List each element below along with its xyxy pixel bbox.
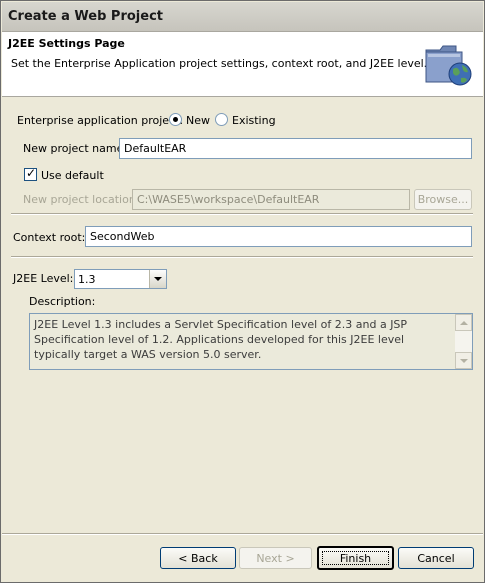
separator	[11, 256, 473, 258]
wizard-header: J2EE Settings Page Set the Enterprise Ap…	[2, 32, 483, 97]
create-web-project-dialog: Create a Web Project J2EE Settings Page …	[0, 0, 485, 583]
ear-new-label[interactable]: New	[186, 114, 210, 127]
context-root-label: Context root:	[13, 231, 86, 244]
new-project-name-label: New project name:	[23, 142, 128, 155]
checkmark-icon: ✓	[26, 166, 37, 180]
title-bar[interactable]: Create a Web Project	[2, 2, 483, 32]
next-button[interactable]: Next >	[239, 547, 312, 569]
back-button[interactable]: < Back	[160, 547, 236, 569]
browse-button[interactable]: Browse...	[414, 189, 472, 210]
window-title: Create a Web Project	[8, 9, 163, 24]
scroll-up-icon[interactable]	[455, 314, 472, 331]
cancel-button[interactable]: Cancel	[398, 547, 474, 569]
use-default-checkbox[interactable]: ✓	[24, 166, 37, 181]
next-button-label: Next >	[256, 551, 295, 565]
j2ee-level-select[interactable]: 1.3	[74, 269, 167, 289]
description-textarea[interactable]: J2EE Level 1.3 includes a Servlet Specif…	[29, 313, 473, 370]
back-button-label: < Back	[178, 551, 218, 565]
scroll-down-icon[interactable]	[455, 352, 472, 369]
browse-button-label: Browse...	[417, 193, 469, 206]
ear-existing-label[interactable]: Existing	[232, 114, 276, 127]
vertical-scrollbar[interactable]	[455, 314, 472, 369]
focus-ring	[322, 551, 389, 565]
description-label: Description:	[29, 295, 96, 308]
new-project-location-label: New project location:	[23, 193, 140, 206]
page-description: Set the Enterprise Application project s…	[11, 57, 428, 70]
ear-existing-radio[interactable]	[215, 113, 228, 126]
new-project-location-input[interactable]: C:\WASE5\workspace\DefaultEAR	[132, 189, 410, 210]
new-project-name-input[interactable]: DefaultEAR	[119, 138, 472, 159]
j2ee-level-label: J2EE Level:	[13, 272, 74, 285]
page-title: J2EE Settings Page	[8, 37, 125, 50]
use-default-label[interactable]: Use default	[41, 169, 104, 182]
web-project-wizard-icon	[425, 45, 472, 86]
finish-button[interactable]: Finish	[317, 546, 394, 570]
description-text: J2EE Level 1.3 includes a Servlet Specif…	[34, 318, 408, 361]
separator	[2, 533, 483, 535]
ear-new-radio[interactable]	[169, 113, 182, 126]
dropdown-arrow-icon[interactable]	[149, 270, 166, 288]
separator	[11, 213, 473, 215]
context-root-input[interactable]: SecondWeb	[85, 226, 472, 247]
ear-project-label: Enterprise application project:	[17, 114, 184, 127]
cancel-button-label: Cancel	[417, 551, 455, 565]
j2ee-level-value: 1.3	[78, 273, 96, 286]
